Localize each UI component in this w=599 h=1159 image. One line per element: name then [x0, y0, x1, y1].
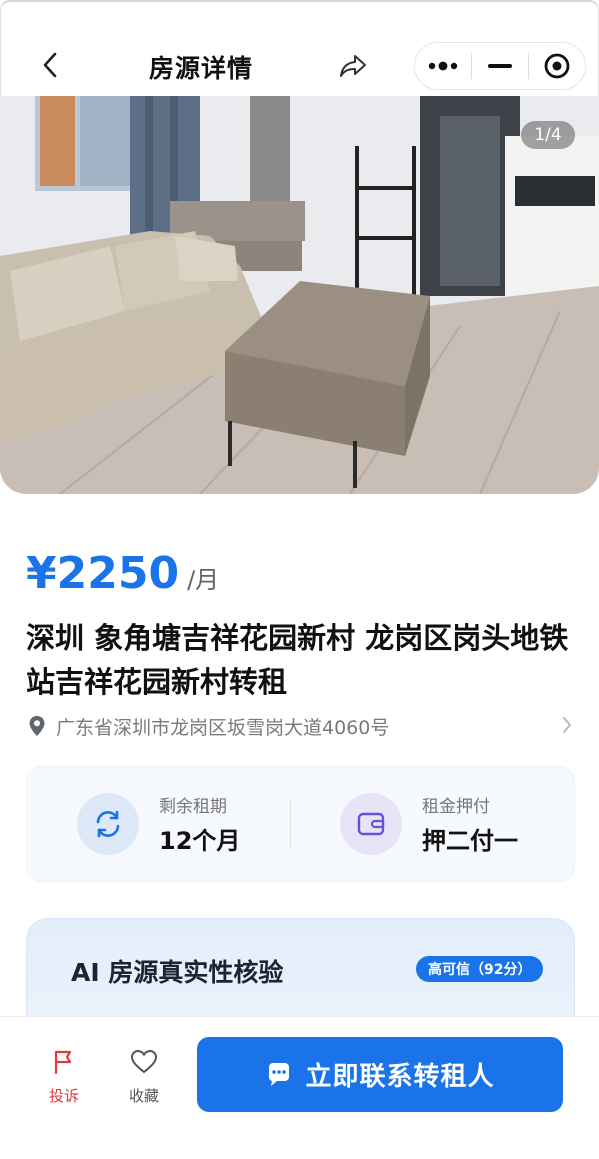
ai-verification-title: AI 房源真实性核验	[71, 958, 284, 987]
lease-info-card: 剩余租期 12个月 租金押付 押二付一	[26, 766, 575, 882]
wallet-icon-bg	[340, 793, 402, 855]
deposit-terms-value: 押二付一	[422, 827, 518, 855]
wallet-icon	[357, 812, 385, 836]
contact-subletter-button[interactable]: 立即联系转租人	[197, 1037, 563, 1112]
minimize-icon	[488, 64, 512, 68]
minimize-button[interactable]	[472, 43, 528, 89]
share-icon	[340, 55, 366, 77]
deposit-terms-label: 租金押付	[422, 797, 490, 817]
chevron-left-icon	[43, 52, 57, 78]
credibility-badge: 高可信（92分）	[416, 956, 544, 982]
report-label: 投诉	[48, 1087, 79, 1105]
favorite-button[interactable]: 收藏	[114, 1047, 174, 1106]
remaining-lease-value: 12个月	[159, 827, 241, 855]
deposit-terms: 租金押付 押二付一	[340, 789, 518, 859]
remaining-lease-label: 剩余租期	[159, 797, 227, 817]
more-button[interactable]	[415, 43, 471, 89]
photo-counter-badge: 1/4	[521, 121, 575, 149]
address-text: 广东省深圳市龙岗区坂雪岗大道4060号	[56, 716, 390, 739]
listing-title: 深圳 象角塘吉祥花园新村 龙岗区岗头地铁站吉祥花园新村转租	[26, 621, 569, 699]
chevron-right-icon	[563, 717, 571, 733]
back-button[interactable]	[35, 48, 65, 82]
miniprogram-capsule	[414, 42, 586, 90]
remaining-lease: 剩余租期 12个月	[77, 789, 240, 859]
rent-price-unit: /月	[187, 566, 220, 594]
target-icon	[544, 53, 570, 79]
close-miniprogram-button[interactable]	[529, 43, 585, 89]
flag-icon	[54, 1050, 72, 1075]
price-row: ¥2250 /月	[26, 548, 219, 599]
share-button[interactable]	[335, 48, 371, 84]
refresh-icon	[96, 810, 120, 838]
info-divider	[290, 800, 291, 850]
chat-icon	[269, 1062, 290, 1086]
page-title: 房源详情	[148, 54, 253, 83]
report-button[interactable]: 投诉	[34, 1047, 94, 1106]
room-photo	[0, 96, 599, 494]
address-row[interactable]: 广东省深圳市龙岗区坂雪岗大道4060号	[28, 711, 573, 741]
refresh-icon-bg	[77, 793, 139, 855]
rent-price: ¥2250	[26, 548, 180, 599]
heart-icon	[130, 1049, 158, 1074]
location-pin-icon	[29, 716, 45, 736]
contact-subletter-label: 立即联系转租人	[305, 1062, 495, 1092]
favorite-label: 收藏	[128, 1087, 159, 1105]
more-dots-icon	[428, 61, 458, 71]
bottom-action-bar: 投诉 收藏 立即联系转租人	[0, 1016, 599, 1159]
photo-gallery[interactable]: 1/4	[0, 96, 599, 494]
top-nav-bar: 房源详情	[0, 0, 599, 96]
